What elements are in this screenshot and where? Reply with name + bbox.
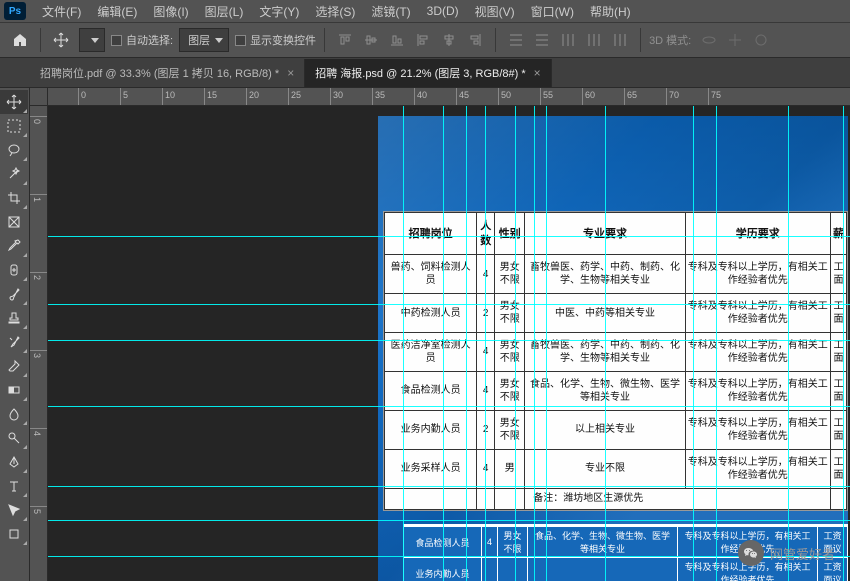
menu-选择[interactable]: 选择(S) — [307, 3, 363, 20]
guide-v[interactable] — [443, 106, 444, 581]
shape-tool[interactable] — [0, 522, 28, 546]
document: 招聘岗位人数性别专业要求学历要求薪兽药、饲料检测人员4男女不限畜牧兽医、药学、中… — [378, 116, 848, 581]
mode3d-label: 3D 模式: — [649, 32, 691, 48]
move-tool[interactable] — [0, 90, 28, 114]
menubar: Ps 文件(F)编辑(E)图像(I)图层(L)文字(Y)选择(S)滤镜(T)3D… — [0, 0, 850, 22]
blur-tool[interactable] — [0, 402, 28, 426]
ruler-h[interactable]: 051015202530354045505560657075 — [48, 88, 850, 106]
guide-v[interactable] — [843, 106, 844, 581]
ruler-corner[interactable] — [30, 88, 48, 106]
toolbar — [0, 88, 30, 581]
guide-v[interactable] — [403, 106, 404, 581]
options-bar: 自动选择: 图层 显示变换控件 3D 模式: — [0, 22, 850, 58]
doc-tabs: 招聘岗位.pdf @ 33.3% (图层 1 拷贝 16, RGB/8) *×招… — [0, 58, 850, 88]
guide-h[interactable] — [48, 304, 850, 305]
roll-icon — [749, 28, 773, 52]
guide-h[interactable] — [48, 236, 850, 237]
align-vc-icon — [359, 28, 383, 52]
ruler-v[interactable]: 01234567 — [30, 106, 48, 581]
guide-v[interactable] — [693, 106, 694, 581]
close-icon[interactable]: × — [534, 66, 541, 80]
align-left-icon — [411, 28, 435, 52]
move-tool-indicator[interactable] — [49, 28, 73, 52]
tool-preset-dd[interactable] — [79, 28, 105, 52]
type-tool[interactable] — [0, 474, 28, 498]
table-paper: 招聘岗位人数性别专业要求学历要求薪兽药、饲料检测人员4男女不限畜牧兽医、药学、中… — [383, 211, 848, 511]
pan-icon — [723, 28, 747, 52]
watermark: 网管爱好者 — [738, 540, 835, 566]
eraser-tool[interactable] — [0, 354, 28, 378]
marquee-tool[interactable] — [0, 114, 28, 138]
frame-tool[interactable] — [0, 210, 28, 234]
doc-tab[interactable]: 招聘 海报.psd @ 21.2% (图层 3, RGB/8#) *× — [305, 59, 551, 87]
doc-tab[interactable]: 招聘岗位.pdf @ 33.3% (图层 1 拷贝 16, RGB/8) *× — [30, 59, 305, 87]
guide-v[interactable] — [534, 106, 535, 581]
guide-v[interactable] — [466, 106, 467, 581]
menu-滤镜[interactable]: 滤镜(T) — [363, 3, 418, 20]
show-transform-chk[interactable]: 显示变换控件 — [235, 32, 316, 48]
gradient-tool[interactable] — [0, 378, 28, 402]
align-group — [333, 28, 487, 52]
history-brush-tool[interactable] — [0, 330, 28, 354]
mode3d-icons — [697, 28, 773, 52]
menu-视图[interactable]: 视图(V) — [467, 3, 523, 20]
guide-v[interactable] — [485, 106, 486, 581]
align-top-icon — [333, 28, 357, 52]
guide-h[interactable] — [48, 340, 850, 341]
pen-tool[interactable] — [0, 450, 28, 474]
wand-tool[interactable] — [0, 162, 28, 186]
crop-tool[interactable] — [0, 186, 28, 210]
guide-v[interactable] — [716, 106, 717, 581]
align-bottom-icon — [385, 28, 409, 52]
guide-h[interactable] — [48, 520, 850, 521]
menu-文件[interactable]: 文件(F) — [34, 3, 89, 20]
dist-group — [504, 28, 632, 52]
menu-文字[interactable]: 文字(Y) — [251, 3, 307, 20]
healing-tool[interactable] — [0, 258, 28, 282]
path-tool[interactable] — [0, 498, 28, 522]
ps-logo: Ps — [4, 2, 26, 20]
stamp-tool[interactable] — [0, 306, 28, 330]
eyedropper-tool[interactable] — [0, 234, 28, 258]
align-right-icon — [463, 28, 487, 52]
brush-tool[interactable] — [0, 282, 28, 306]
menu-3D[interactable]: 3D(D) — [419, 4, 467, 18]
menu-图像[interactable]: 图像(I) — [145, 3, 196, 20]
wechat-icon — [738, 540, 764, 566]
canvas-area[interactable]: 051015202530354045505560657075 01234567 … — [30, 88, 850, 581]
lasso-tool[interactable] — [0, 138, 28, 162]
dodge-tool[interactable] — [0, 426, 28, 450]
menu-帮助[interactable]: 帮助(H) — [582, 3, 639, 20]
menu-图层[interactable]: 图层(L) — [197, 3, 252, 20]
align-hc-icon — [437, 28, 461, 52]
guide-v[interactable] — [788, 106, 789, 581]
guide-v[interactable] — [515, 106, 516, 581]
layer-dd[interactable]: 图层 — [179, 28, 229, 52]
close-icon[interactable]: × — [287, 66, 294, 80]
menu-编辑[interactable]: 编辑(E) — [89, 3, 145, 20]
guide-h[interactable] — [48, 406, 850, 407]
home-icon[interactable] — [8, 28, 32, 52]
guide-v[interactable] — [546, 106, 547, 581]
guide-h[interactable] — [48, 486, 850, 487]
menu-窗口[interactable]: 窗口(W) — [523, 3, 582, 20]
guide-h[interactable] — [48, 556, 850, 557]
auto-select-chk[interactable]: 自动选择: — [111, 32, 173, 48]
orbit-icon — [697, 28, 721, 52]
guide-v[interactable] — [605, 106, 606, 581]
